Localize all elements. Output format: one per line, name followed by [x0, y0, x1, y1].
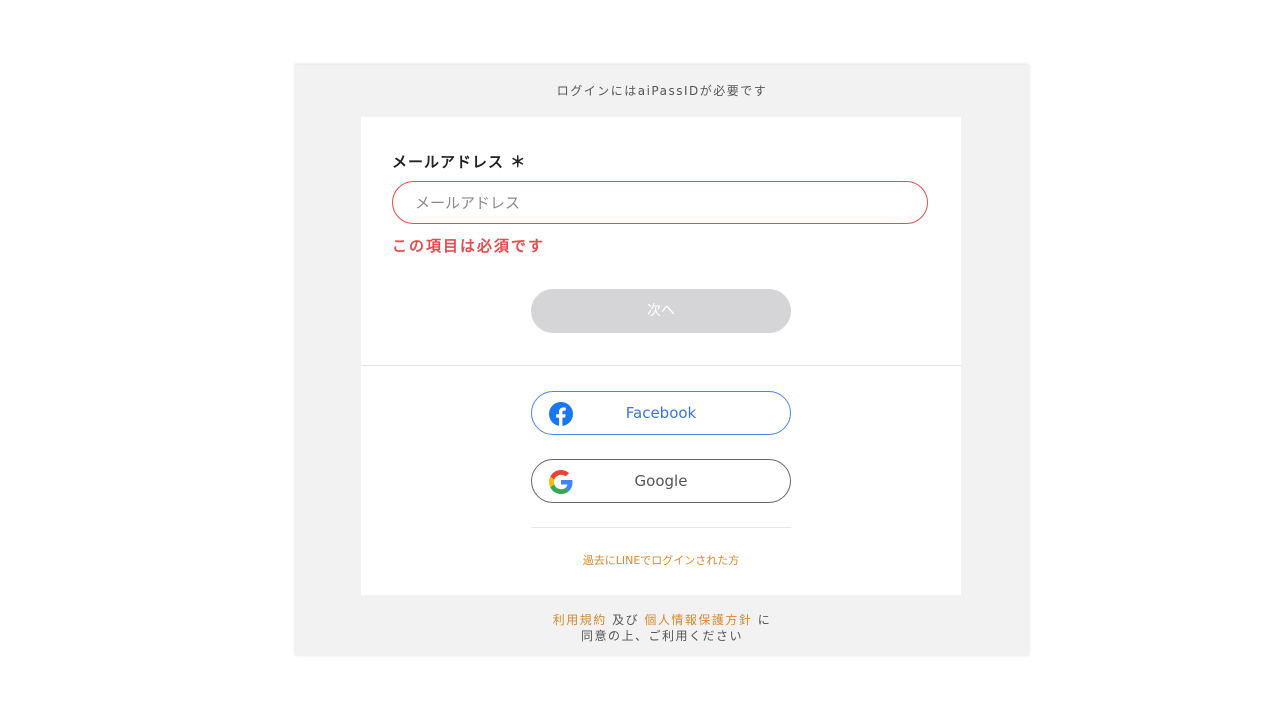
facebook-icon	[549, 402, 573, 426]
email-label: メールアドレス ＊	[392, 153, 527, 171]
facebook-label: Facebook	[625, 404, 697, 422]
line-login-link[interactable]: 過去にLINEでログインされた方	[361, 552, 961, 568]
email-field[interactable]	[392, 181, 928, 224]
login-panel: ログインにはaiPassIDが必要です メールアドレス ＊ この項目は必須です …	[295, 65, 1029, 656]
next-button[interactable]: 次へ	[531, 289, 791, 333]
terms-line-1: 利用規約 及び 個人情報保護方針 に	[295, 612, 1029, 628]
privacy-policy-link[interactable]: 個人情報保護方針	[644, 613, 752, 627]
login-card: メールアドレス ＊ この項目は必須です 次へ Facebook Google 過…	[361, 117, 961, 595]
social-divider	[531, 527, 791, 528]
terms-notice: 利用規約 及び 個人情報保護方針 に 同意の上、ご利用ください	[295, 612, 1029, 644]
google-icon	[549, 470, 573, 494]
google-label: Google	[634, 472, 688, 490]
terms-link[interactable]: 利用規約	[553, 613, 607, 627]
google-login-button[interactable]: Google	[531, 459, 791, 503]
login-notice: ログインにはaiPassIDが必要です	[556, 84, 768, 98]
email-error-message: この項目は必須です	[392, 237, 546, 255]
terms-line-2: 同意の上、ご利用ください	[580, 629, 743, 643]
terms-and-text: 及び	[606, 613, 645, 627]
section-divider	[361, 365, 961, 366]
facebook-login-button[interactable]: Facebook	[531, 391, 791, 435]
terms-particle-text: に	[752, 613, 772, 627]
